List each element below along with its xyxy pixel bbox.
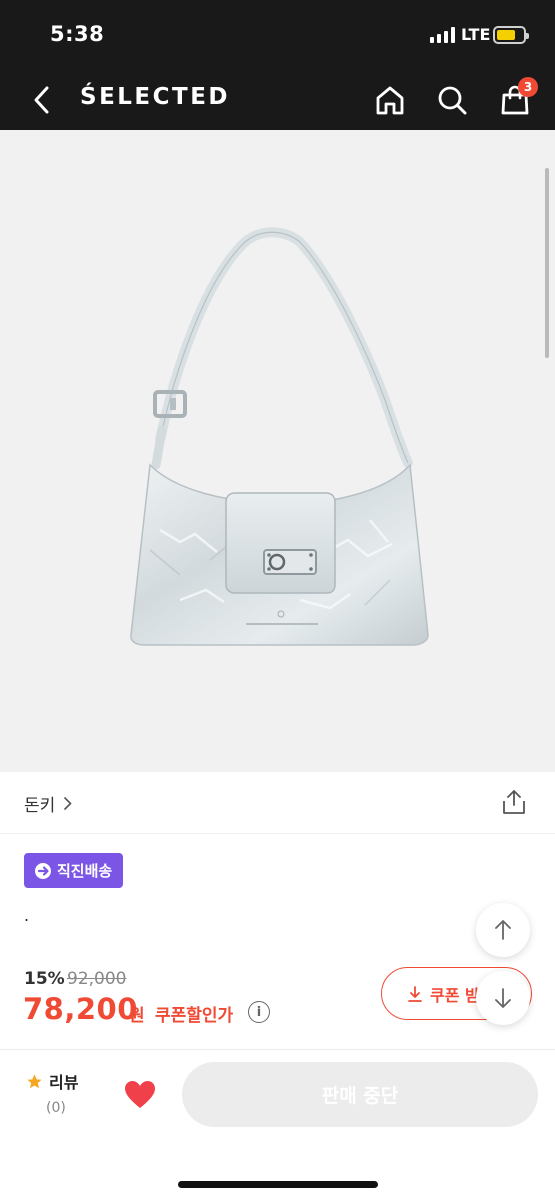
battery-icon bbox=[493, 26, 529, 44]
wishlist-button[interactable] bbox=[122, 1078, 158, 1112]
arrow-up-icon bbox=[495, 920, 511, 940]
home-indicator bbox=[178, 1181, 378, 1188]
network-type: LTE bbox=[461, 25, 491, 44]
original-price: 92,000 bbox=[67, 969, 127, 989]
download-icon bbox=[408, 985, 422, 1002]
coupon-price-label: 쿠폰할인가 bbox=[155, 1006, 234, 1026]
scroll-bottom-button[interactable] bbox=[476, 971, 530, 1025]
home-icon bbox=[376, 86, 404, 115]
divider bbox=[0, 1049, 555, 1050]
sold-out-button: 판매 중단 bbox=[182, 1062, 538, 1127]
brand-row: 돈키 bbox=[0, 772, 555, 834]
home-button[interactable] bbox=[371, 81, 409, 119]
chevron-right-icon bbox=[64, 796, 72, 811]
discount-rate: 15% bbox=[24, 969, 65, 989]
back-button[interactable] bbox=[24, 82, 60, 118]
top-navigation: ŚELECTED 3 bbox=[0, 70, 555, 130]
product-name: . bbox=[24, 906, 30, 925]
heart-icon bbox=[125, 1081, 155, 1108]
badge-label: 직진배송 bbox=[57, 862, 113, 880]
product-image[interactable] bbox=[0, 130, 555, 772]
brand-name: 돈키 bbox=[24, 796, 56, 816]
cart-button[interactable]: 3 bbox=[496, 77, 538, 119]
review-count: (0) bbox=[46, 1100, 66, 1116]
arrow-down-icon bbox=[495, 988, 511, 1008]
review-button[interactable]: 리뷰 (0) bbox=[26, 1069, 96, 1121]
review-label: 리뷰 bbox=[49, 1073, 79, 1092]
handbag-illustration bbox=[130, 227, 429, 646]
brand-link[interactable]: 돈키 bbox=[24, 791, 72, 816]
coupon-button-label: 쿠폰 받 bbox=[430, 985, 480, 1005]
delivery-arrow-icon bbox=[35, 862, 51, 879]
image-scrollbar[interactable] bbox=[545, 168, 549, 358]
signal-icon bbox=[430, 27, 455, 43]
scroll-top-button[interactable] bbox=[476, 903, 530, 957]
star-icon bbox=[27, 1073, 42, 1088]
review-label-row: 리뷰 bbox=[26, 1069, 78, 1093]
currency-unit: 원 bbox=[129, 1006, 145, 1026]
brand-logo[interactable]: ŚELECTED bbox=[80, 84, 230, 110]
info-icon[interactable]: i bbox=[248, 1001, 270, 1023]
status-time: 5:38 bbox=[50, 22, 105, 46]
search-icon bbox=[438, 86, 467, 115]
share-icon bbox=[503, 790, 525, 814]
direct-shipping-badge: 직진배송 bbox=[24, 853, 124, 888]
sale-price: 78,200 bbox=[23, 992, 138, 1026]
cart-count-badge: 3 bbox=[518, 77, 538, 97]
back-arrow-icon bbox=[34, 86, 49, 114]
share-button[interactable] bbox=[499, 787, 529, 817]
status-bar: 5:38 LTE bbox=[0, 0, 555, 70]
search-button[interactable] bbox=[433, 81, 471, 119]
